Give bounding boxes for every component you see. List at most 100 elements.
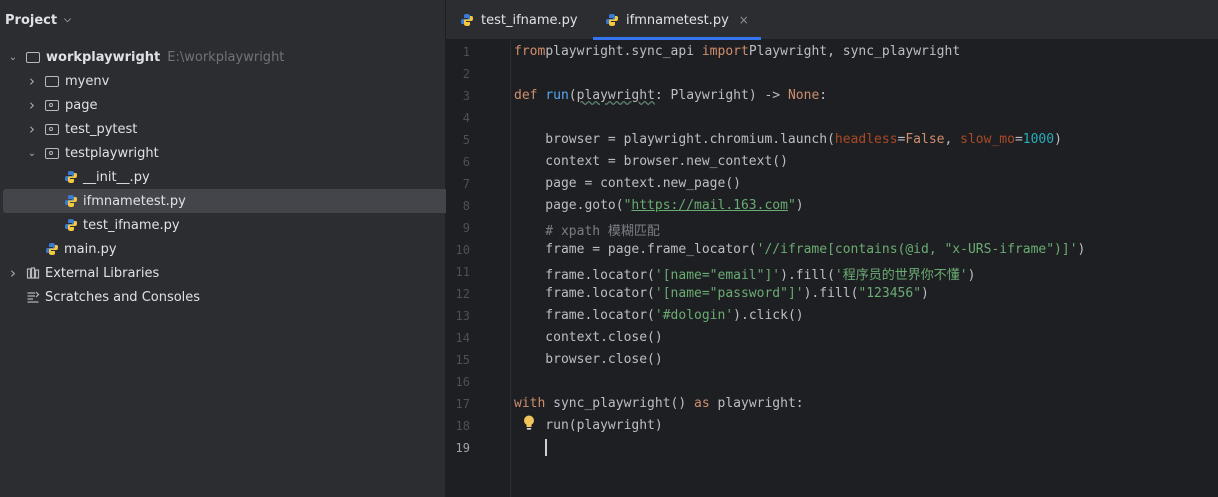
tree-item-main-py[interactable]: main.py bbox=[3, 237, 456, 261]
line-number-gutter: 1 2 3 4 5 6 7 8 9 10 11 12 13 14 15 16 17 18 19 bbox=[446, 41, 511, 497]
code-line: frame.locator('#dologin').click() bbox=[514, 308, 804, 323]
code-token: 1000 bbox=[1022, 132, 1055, 147]
code-token: frame = page.frame_locator( bbox=[514, 242, 757, 257]
tree-item-myenv[interactable]: › myenv bbox=[3, 69, 456, 93]
code-token: with bbox=[514, 396, 554, 411]
tree-item-page[interactable]: › page bbox=[3, 93, 456, 117]
python-file-icon bbox=[46, 243, 58, 255]
code-token: context = browser.new_context() bbox=[514, 154, 788, 169]
folder-icon bbox=[45, 75, 59, 87]
python-file-icon bbox=[461, 14, 473, 26]
tree-item-init-py[interactable]: __init__.py bbox=[3, 165, 475, 189]
code-token: False bbox=[905, 132, 945, 147]
line-number: 18 bbox=[455, 419, 470, 433]
package-folder-icon bbox=[45, 147, 59, 159]
code-token: , bbox=[944, 132, 961, 147]
chevron-right-icon[interactable]: › bbox=[6, 264, 20, 282]
line-number: 12 bbox=[455, 287, 470, 301]
code-token: ).click() bbox=[733, 308, 804, 323]
chevron-down-icon[interactable]: ⌄ bbox=[6, 52, 20, 63]
tree-item-label: testplaywright bbox=[65, 145, 159, 161]
line-number: 9 bbox=[462, 221, 470, 235]
code-token: '#dologin' bbox=[654, 308, 734, 323]
chevron-right-icon[interactable]: › bbox=[25, 96, 39, 114]
code-line: frame = page.frame_locator('//iframe[con… bbox=[514, 242, 1085, 257]
code-line: page = context.new_page() bbox=[514, 176, 741, 191]
code-token: as bbox=[694, 396, 718, 411]
code-token: ( bbox=[568, 88, 577, 103]
code-line: run(playwright) bbox=[514, 418, 663, 433]
tab-label: ifmnametest.py bbox=[626, 12, 729, 28]
code-token: ) bbox=[1077, 242, 1086, 257]
code-token: None bbox=[787, 88, 820, 103]
tree-item-label: ifmnametest.py bbox=[83, 193, 186, 209]
code-token: ) bbox=[795, 198, 804, 213]
tree-item-label: __init__.py bbox=[83, 169, 150, 185]
chevron-right-icon[interactable]: › bbox=[25, 120, 39, 138]
code-token: ) bbox=[1054, 132, 1062, 147]
active-tab-indicator bbox=[593, 37, 761, 40]
code-token: frame.locator( bbox=[514, 268, 655, 283]
lightbulb-icon[interactable] bbox=[522, 414, 536, 432]
code-token: frame.locator( bbox=[514, 286, 655, 301]
tree-item-label: test_ifname.py bbox=[83, 217, 180, 233]
code-line: browser.close() bbox=[514, 352, 662, 367]
tree-item-testplaywright[interactable]: ⌄ testplaywright bbox=[3, 141, 456, 165]
line-number: 13 bbox=[455, 309, 470, 323]
tab-ifmnametest[interactable]: ifmnametest.py × bbox=[593, 0, 761, 40]
code-token: # xpath 模糊匹配 bbox=[514, 224, 660, 239]
chevron-down-icon[interactable]: ⌵ bbox=[64, 15, 71, 25]
line-number: 1 bbox=[462, 45, 470, 59]
code-token: https://mail.163.com bbox=[631, 198, 788, 213]
code-token: def bbox=[514, 88, 546, 103]
chevron-right-icon[interactable]: › bbox=[25, 72, 39, 90]
code-line bbox=[514, 440, 545, 455]
code-line: context.close() bbox=[514, 330, 663, 345]
close-icon[interactable]: × bbox=[739, 13, 749, 27]
code-token: sync_playwright() bbox=[553, 396, 695, 411]
tree-item-ifmnametest-py[interactable]: ifmnametest.py bbox=[3, 189, 475, 213]
line-number: 6 bbox=[462, 155, 470, 169]
code-token: " bbox=[787, 198, 796, 213]
tree-item-scratches-and-consoles[interactable]: Scratches and Consoles bbox=[3, 285, 437, 309]
code-line: page.goto("https://mail.163.com") bbox=[514, 198, 804, 213]
code-token: context.close() bbox=[514, 330, 663, 345]
project-path: E:\workplaywright bbox=[167, 49, 285, 65]
project-panel: Project ⌵ ⌄ workplaywright E:\workplaywrig… bbox=[0, 0, 475, 497]
tree-item-test-pytest[interactable]: › test_pytest bbox=[3, 117, 456, 141]
code-token: playwright: bbox=[717, 396, 804, 411]
tree-item-external-libraries[interactable]: › External Libraries bbox=[3, 261, 437, 285]
python-file-icon bbox=[65, 195, 77, 207]
chevron-down-icon[interactable]: ⌄ bbox=[25, 148, 39, 159]
python-file-icon bbox=[606, 14, 618, 26]
tree-item-test-ifname-py[interactable]: test_ifname.py bbox=[3, 213, 475, 237]
code-line: with sync_playwright() as playwright: bbox=[514, 396, 804, 411]
code-token: run(playwright) bbox=[514, 418, 663, 433]
code-token: import bbox=[701, 44, 749, 59]
tree-item-label: main.py bbox=[64, 241, 117, 257]
code-token: ).fill( bbox=[803, 286, 859, 301]
tab-test-ifname[interactable]: test_ifname.py bbox=[460, 0, 578, 40]
code-token: '[name="password"]' bbox=[654, 286, 804, 301]
code-token: browser = playwright.chromium.launch( bbox=[514, 132, 835, 147]
tree-item-workplaywright[interactable]: ⌄ workplaywright E:\workplaywright bbox=[3, 45, 437, 69]
code-token: run bbox=[545, 88, 569, 103]
folder-icon bbox=[26, 51, 40, 63]
line-number: 4 bbox=[462, 111, 470, 125]
project-panel-header[interactable]: Project ⌵ bbox=[0, 0, 445, 40]
code-editor[interactable]: fromplaywright.sync_api importPlaywright… bbox=[511, 41, 1218, 497]
text-caret bbox=[545, 439, 547, 456]
line-number: 17 bbox=[455, 397, 470, 411]
tree-item-label: page bbox=[65, 97, 98, 113]
code-token: playwright bbox=[576, 88, 655, 103]
code-line: def run(playwright: Playwright) -> None: bbox=[514, 88, 827, 103]
package-folder-icon bbox=[45, 99, 59, 111]
scratches-icon bbox=[27, 291, 40, 303]
tree-item-label: External Libraries bbox=[45, 265, 160, 281]
line-number: 15 bbox=[455, 353, 470, 367]
code-token: slow_mo bbox=[960, 132, 1015, 147]
code-token: headless bbox=[834, 132, 898, 147]
code-token: "123456" bbox=[858, 286, 922, 301]
line-number: 14 bbox=[455, 331, 470, 345]
